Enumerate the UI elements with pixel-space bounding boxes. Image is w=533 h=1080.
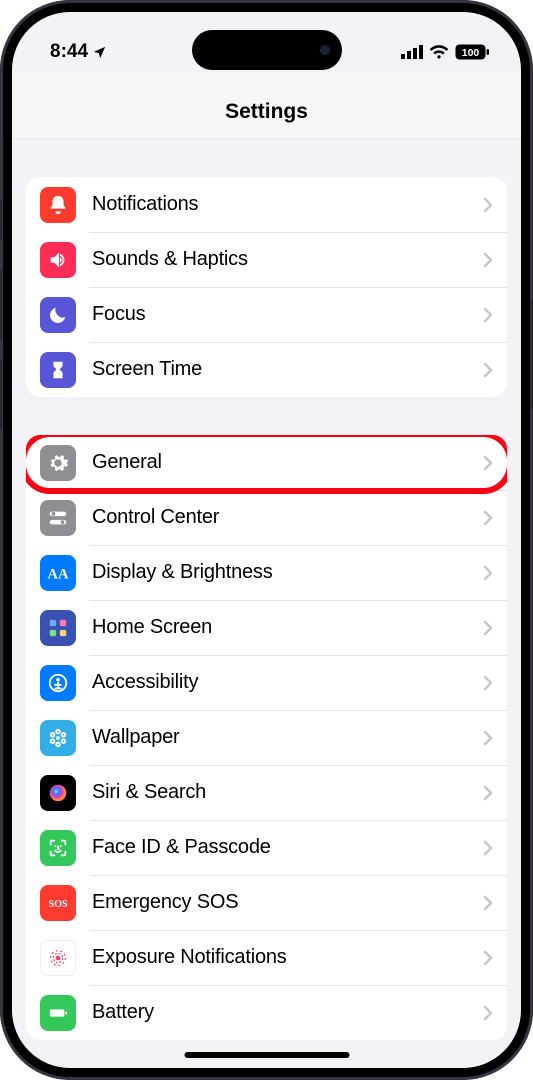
mute-switch xyxy=(0,200,2,240)
settings-row-exposure[interactable]: Exposure Notifications xyxy=(26,930,507,985)
controlcenter-icon xyxy=(40,500,76,536)
settings-row-label: Accessibility xyxy=(92,671,483,694)
status-time: 8:44 xyxy=(50,41,88,63)
settings-list[interactable]: Notifications Sounds & Haptics Focus Scr… xyxy=(12,139,521,1040)
navbar: Settings xyxy=(12,72,521,139)
settings-row-label: Control Center xyxy=(92,506,483,529)
screentime-icon xyxy=(40,352,76,388)
exposure-icon xyxy=(40,940,76,976)
settings-row-screentime[interactable]: Screen Time xyxy=(26,342,507,397)
settings-row-display[interactable]: AA Display & Brightness xyxy=(26,545,507,600)
settings-row-sounds[interactable]: Sounds & Haptics xyxy=(26,232,507,287)
cellular-icon xyxy=(401,45,423,59)
homescreen-icon xyxy=(40,610,76,646)
chevron-right-icon xyxy=(483,675,493,691)
chevron-right-icon xyxy=(483,197,493,213)
settings-row-label: Sounds & Haptics xyxy=(92,248,483,271)
settings-row-homescreen[interactable]: Home Screen xyxy=(26,600,507,655)
settings-row-label: Display & Brightness xyxy=(92,561,483,584)
sos-icon: SOS xyxy=(40,885,76,921)
chevron-right-icon xyxy=(483,362,493,378)
dynamic-island xyxy=(192,30,342,70)
focus-icon xyxy=(40,297,76,333)
wallpaper-icon xyxy=(40,720,76,756)
settings-row-label: Emergency SOS xyxy=(92,891,483,914)
chevron-right-icon xyxy=(483,840,493,856)
home-indicator[interactable] xyxy=(184,1052,349,1058)
chevron-right-icon xyxy=(483,950,493,966)
settings-row-faceid[interactable]: Face ID & Passcode xyxy=(26,820,507,875)
chevron-right-icon xyxy=(483,620,493,636)
chevron-right-icon xyxy=(483,307,493,323)
chevron-right-icon xyxy=(483,785,493,801)
chevron-right-icon xyxy=(483,730,493,746)
volume-up-button xyxy=(0,270,2,340)
chevron-right-icon xyxy=(483,895,493,911)
chevron-right-icon xyxy=(483,510,493,526)
siri-icon xyxy=(40,775,76,811)
chevron-right-icon xyxy=(483,252,493,268)
notifications-icon xyxy=(40,187,76,223)
svg-text:100: 100 xyxy=(462,47,480,59)
chevron-right-icon xyxy=(483,455,493,471)
settings-row-label: Exposure Notifications xyxy=(92,946,483,969)
page-title: Settings xyxy=(225,100,308,123)
settings-row-battery[interactable]: Battery xyxy=(26,985,507,1040)
settings-row-label: Notifications xyxy=(92,193,483,216)
settings-row-wallpaper[interactable]: Wallpaper xyxy=(26,710,507,765)
settings-row-general[interactable]: General xyxy=(26,435,507,490)
settings-group: General Control Center AA Display & Brig… xyxy=(26,435,507,1040)
phone-frame: 8:44 100 Settings Notifications Soun xyxy=(0,0,533,1080)
settings-row-controlcenter[interactable]: Control Center xyxy=(26,490,507,545)
settings-row-label: Siri & Search xyxy=(92,781,483,804)
battery-icon: 100 xyxy=(455,44,489,60)
settings-row-label: General xyxy=(92,451,483,474)
settings-row-sos[interactable]: SOS Emergency SOS xyxy=(26,875,507,930)
display-icon: AA xyxy=(40,555,76,591)
wifi-icon xyxy=(429,45,449,59)
svg-text:SOS: SOS xyxy=(48,899,67,910)
settings-group: Notifications Sounds & Haptics Focus Scr… xyxy=(26,177,507,397)
settings-row-label: Face ID & Passcode xyxy=(92,836,483,859)
battery-icon xyxy=(40,995,76,1031)
screen: 8:44 100 Settings Notifications Soun xyxy=(12,12,521,1068)
settings-row-focus[interactable]: Focus xyxy=(26,287,507,342)
settings-row-notifications[interactable]: Notifications xyxy=(26,177,507,232)
settings-row-label: Focus xyxy=(92,303,483,326)
sounds-icon xyxy=(40,242,76,278)
chevron-right-icon xyxy=(483,565,493,581)
svg-text:AA: AA xyxy=(47,566,69,582)
accessibility-icon xyxy=(40,665,76,701)
settings-row-label: Battery xyxy=(92,1001,483,1024)
settings-row-accessibility[interactable]: Accessibility xyxy=(26,655,507,710)
general-icon xyxy=(40,445,76,481)
settings-row-siri[interactable]: Siri & Search xyxy=(26,765,507,820)
location-icon xyxy=(92,45,107,60)
settings-row-label: Screen Time xyxy=(92,358,483,381)
settings-row-label: Wallpaper xyxy=(92,726,483,749)
chevron-right-icon xyxy=(483,1005,493,1021)
faceid-icon xyxy=(40,830,76,866)
volume-down-button xyxy=(0,360,2,430)
settings-row-label: Home Screen xyxy=(92,616,483,639)
